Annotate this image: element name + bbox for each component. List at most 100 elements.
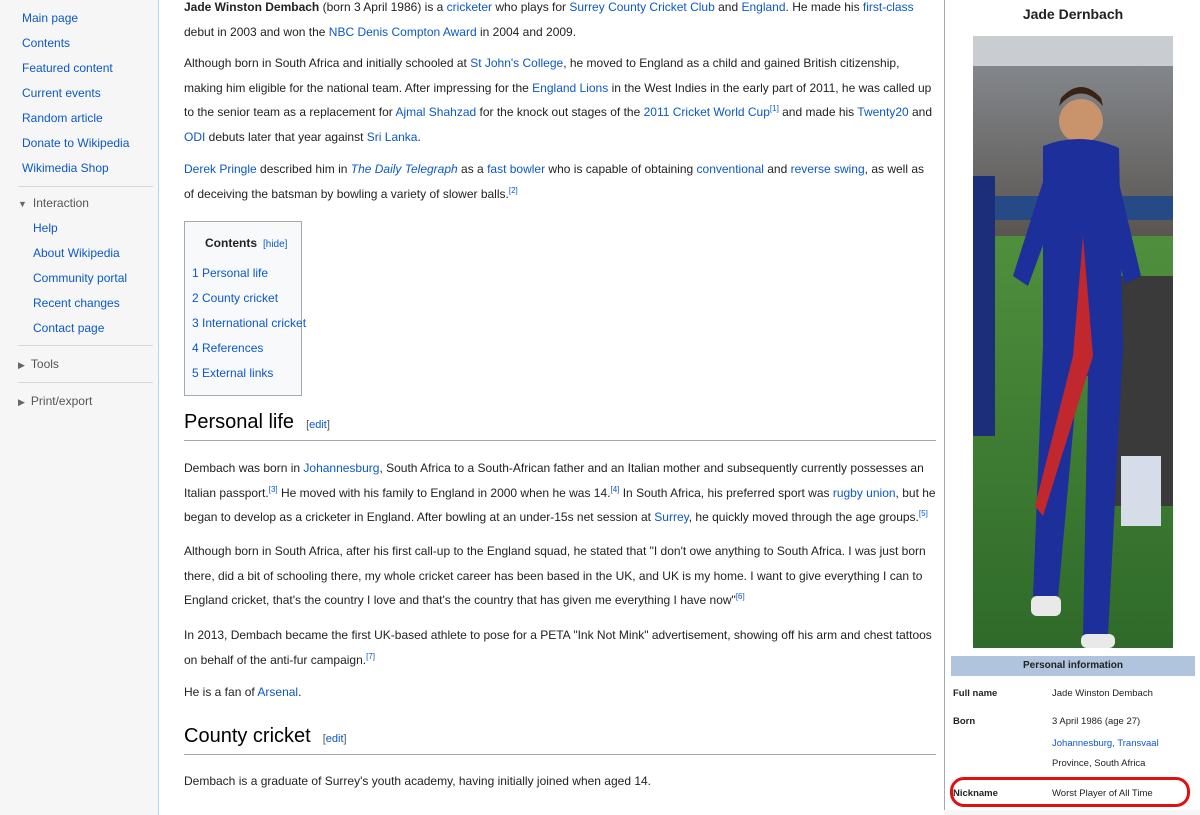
edit-link[interactable]: [edit] <box>306 419 330 431</box>
section-heading-personal-life: Personal life [edit] <box>184 411 936 441</box>
paragraph-text: . <box>417 129 421 144</box>
article-link[interactable]: first-class <box>863 0 914 14</box>
infobox-title: Jade Dernbach <box>1022 6 1124 22</box>
sidebar-item-contents[interactable]: Contents <box>22 36 70 50</box>
toc-title: Contents [hide] <box>205 236 287 250</box>
sidebar-item-about[interactable]: About Wikipedia <box>33 246 120 260</box>
infobox-value-born-place[interactable]: Johannesburg, Transvaal <box>1052 738 1159 749</box>
paragraph-text: described him in <box>256 162 351 176</box>
article-link[interactable]: St John's College <box>470 56 563 70</box>
sidebar-item-random-article[interactable]: Random article <box>22 111 103 125</box>
paragraph-text: debut in 2003 and won the <box>184 24 329 39</box>
section-heading-county-cricket: County cricket [edit] <box>184 725 936 755</box>
paragraph-text: (born 3 April 1986) is a <box>319 0 447 14</box>
article-link[interactable]: England <box>741 0 785 14</box>
sidebar-item-recent-changes[interactable]: Recent changes <box>33 296 120 310</box>
reference-link[interactable]: [3] <box>269 485 278 494</box>
reference-link[interactable]: [5] <box>919 509 928 518</box>
article-subject-name: Jade Winston Dembach <box>184 0 320 14</box>
county-paragraph-1: Dembach is a graduate of Surrey's youth … <box>184 769 936 794</box>
paragraph-text: in 2004 and 2009. <box>476 24 577 39</box>
paragraph-text: . He made his <box>785 0 863 14</box>
triangle-down-icon: ▼ <box>18 199 27 209</box>
article-link[interactable]: reverse swing <box>791 162 865 176</box>
article-link[interactable]: fast bowler <box>487 162 545 176</box>
sidebar-item-main-page[interactable]: Main page <box>22 11 78 25</box>
sidebar-section-tools[interactable]: ▶ Tools <box>18 357 59 371</box>
paragraph-text: debuts later that year against <box>205 129 367 144</box>
toc-item-international-cricket[interactable]: 3 International cricket <box>192 316 306 330</box>
toc-item-external-links[interactable]: 5 External links <box>192 366 273 380</box>
paragraph-text: He is a fan of <box>184 685 258 699</box>
sidebar-section-label: Print/export <box>30 394 93 408</box>
sidebar-section-print-export[interactable]: ▶ Print/export <box>18 394 92 408</box>
player-photo[interactable] <box>973 36 1173 648</box>
sidebar-divider <box>18 186 153 187</box>
article-link[interactable]: The Daily Telegraph <box>351 162 458 176</box>
edit-link[interactable]: [edit] <box>323 733 347 745</box>
sidebar-item-current-events[interactable]: Current events <box>22 86 101 100</box>
toc-item-county-cricket[interactable]: 2 County cricket <box>192 291 278 305</box>
paragraph-text: In 2013, Dembach became the first UK-bas… <box>184 628 932 667</box>
edit-link-text: edit <box>309 419 327 431</box>
paragraph-text: Dembach is a graduate of Surrey's youth … <box>184 774 652 788</box>
paragraph-text: for the knock out stages of the <box>476 105 644 119</box>
toc-item-personal-life[interactable]: 1 Personal life <box>192 266 268 280</box>
toc-title-text: Contents <box>205 236 257 250</box>
article-link[interactable]: 2011 Cricket World Cup <box>644 105 770 119</box>
article-link[interactable]: cricketer <box>447 0 492 14</box>
paragraph-text: Although born in South Africa and initia… <box>184 56 471 70</box>
reference-link[interactable]: [2] <box>509 186 518 195</box>
personal-paragraph-4: He is a fan of Arsenal. <box>184 680 936 705</box>
sidebar-section-interaction[interactable]: ▼ Interaction <box>18 196 89 210</box>
infobox-value-born-country: Province, South Africa <box>1052 758 1146 769</box>
paragraph-text: and <box>763 162 791 176</box>
infobox-value-born-date: 3 April 1986 (age 27) <box>1052 716 1141 727</box>
red-highlight-circle <box>950 777 1190 807</box>
sidebar-item-featured-content[interactable]: Featured content <box>22 61 113 75</box>
article-link[interactable]: Ajmal Shahzad <box>395 105 476 119</box>
toc-item-references[interactable]: 4 References <box>192 341 263 355</box>
article-link-italic-text: The Daily Telegraph <box>350 162 458 176</box>
article-link[interactable]: Surrey <box>654 510 688 524</box>
article-link[interactable]: NBC Denis Compton Award <box>329 25 477 39</box>
personal-paragraph-1: Dembach was born in Johannesburg, South … <box>184 456 936 530</box>
paragraph-text: , he quickly moved through the age group… <box>688 510 919 524</box>
sidebar-divider <box>18 382 153 383</box>
paragraph-text: who is capable of obtaining <box>545 162 697 176</box>
article-link[interactable]: rugby union <box>833 486 896 500</box>
sidebar-item-donate[interactable]: Donate to Wikipedia <box>22 136 129 150</box>
article-link[interactable]: Sri Lanka <box>367 130 418 144</box>
reference-link[interactable]: [1] <box>770 104 779 113</box>
sidebar-item-contact-page[interactable]: Contact page <box>33 321 104 335</box>
sidebar-item-help[interactable]: Help <box>33 221 58 235</box>
paragraph-text: Dembach was born in <box>184 461 304 475</box>
article-link[interactable]: ODI <box>184 130 205 144</box>
paragraph-text: He moved with his family to England in 2… <box>277 485 611 500</box>
sidebar-item-community-portal[interactable]: Community portal <box>33 271 127 285</box>
infobox: Jade Dernbach Personal information Full … <box>944 0 1200 810</box>
reference-link[interactable]: [6] <box>736 592 745 601</box>
article-link[interactable]: conventional <box>697 162 764 176</box>
toc-hide-link[interactable]: [hide] <box>263 239 287 250</box>
article-link[interactable]: Johannesburg <box>303 461 379 475</box>
article-link[interactable]: Arsenal <box>257 685 298 699</box>
reference-link[interactable]: [7] <box>366 652 375 661</box>
article-link[interactable]: Surrey County Cricket Club <box>569 0 714 14</box>
paragraph-text: and made his <box>778 105 858 119</box>
article-content: Jade Winston Dembach (born 3 April 1986)… <box>158 0 944 815</box>
edit-link-text: edit <box>325 733 344 745</box>
paragraph-text: and <box>714 0 742 14</box>
infobox-value-full-name: Jade Winston Dembach <box>1052 688 1153 699</box>
paragraph-text: who plays for <box>492 0 570 14</box>
intro-paragraph-3: Derek Pringle described him in The Daily… <box>184 157 936 206</box>
infobox-label-full-name: Full name <box>953 688 998 699</box>
infobox-label-born: Born <box>953 716 976 727</box>
article-link[interactable]: Derek Pringle <box>184 162 257 176</box>
triangle-right-icon: ▶ <box>18 360 25 370</box>
personal-paragraph-3: In 2013, Dembach became the first UK-bas… <box>184 623 936 672</box>
article-link[interactable]: England Lions <box>532 81 608 95</box>
article-link[interactable]: Twenty20 <box>857 105 908 119</box>
sidebar-item-wikimedia-shop[interactable]: Wikimedia Shop <box>22 161 109 175</box>
table-of-contents: Contents [hide] 1 Personal life 2 County … <box>184 221 306 396</box>
